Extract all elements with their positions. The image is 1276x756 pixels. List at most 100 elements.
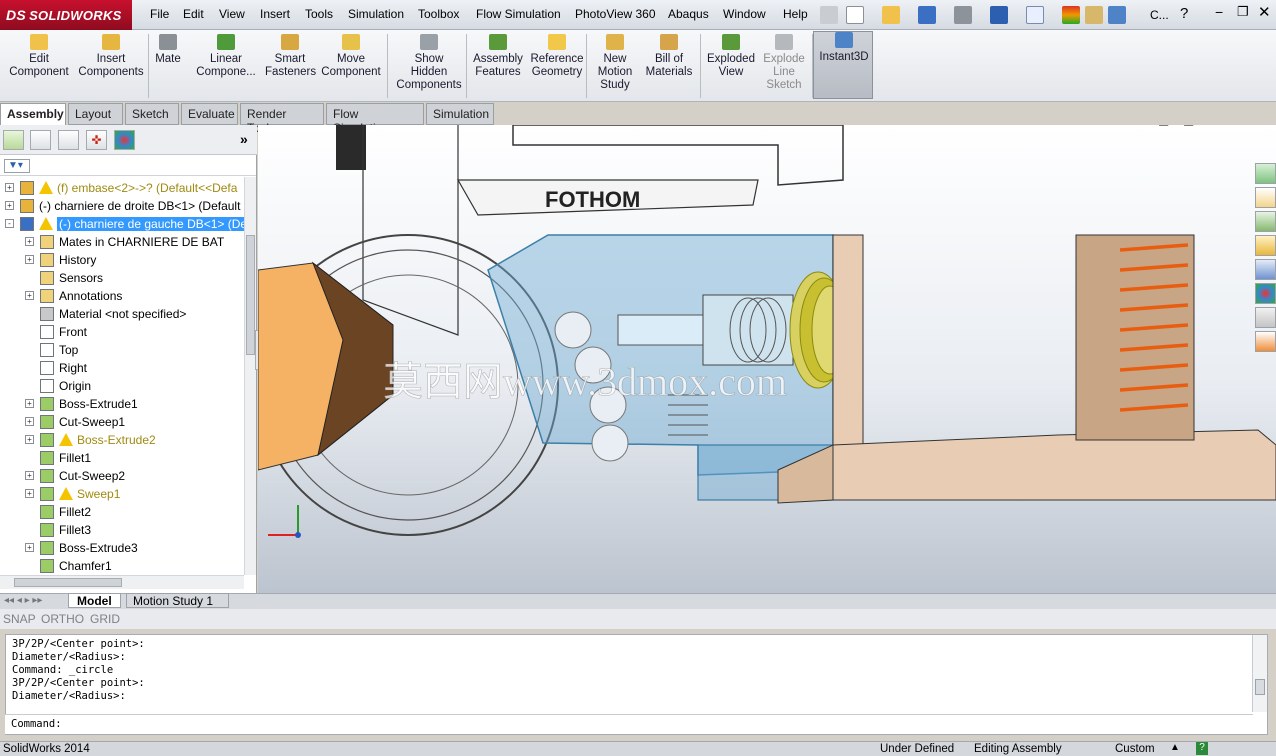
overflow-menu[interactable]: C... [1150, 8, 1169, 22]
cmd-bom-button[interactable]: Bill of Materials [645, 34, 693, 79]
configuration-manager-tab-icon[interactable] [58, 130, 79, 150]
tab-render-tools[interactable]: Render Tools [240, 103, 324, 135]
grid-toggle[interactable]: GRID [90, 612, 120, 626]
viewport-minimize-icon[interactable]: − [1206, 125, 1213, 127]
menu-view[interactable]: View [219, 7, 245, 21]
menu-window[interactable]: Window [723, 7, 766, 21]
custom-properties-icon[interactable] [1255, 307, 1276, 328]
tree-item[interactable]: Right [0, 359, 244, 377]
new-document-icon[interactable] [846, 6, 864, 24]
viewport-tile-icon[interactable]: ◨ [1158, 125, 1169, 127]
help-icon[interactable]: ? [1180, 5, 1188, 22]
expand-icon[interactable]: + [25, 255, 34, 264]
cmd-show-hidden-button[interactable]: Show Hidden Components [395, 34, 463, 92]
expand-icon[interactable]: + [25, 417, 34, 426]
display-manager-tab-icon[interactable] [114, 130, 135, 150]
tree-item[interactable]: + Cut-Sweep2 [0, 467, 244, 485]
menu-file[interactable]: File [150, 7, 169, 21]
previous-view-icon[interactable]: ↶ [664, 125, 675, 127]
expand-panel-icon[interactable]: » [240, 131, 248, 147]
close-window-icon[interactable]: ✕ [1258, 3, 1271, 21]
cmd-linear-pattern-button[interactable]: Linear Compone... [190, 34, 262, 79]
menu-photoview-360[interactable]: PhotoView 360 [575, 7, 656, 21]
cmd-reference-geometry-button[interactable]: Reference Geometry [530, 34, 584, 79]
console-scroll-thumb[interactable] [1255, 679, 1265, 695]
console-scrollbar[interactable] [1252, 635, 1267, 712]
tab-scroll-arrows[interactable]: ◂◂ ◂ ▸ ▸▸ [4, 595, 42, 606]
viewport-split-icon[interactable]: ◧ [1183, 125, 1194, 127]
minimize-window-icon[interactable]: − [1215, 4, 1223, 20]
tree-item[interactable]: Fillet1 [0, 449, 244, 467]
tab-model[interactable]: Model [68, 593, 121, 608]
tree-horizontal-scrollbar[interactable] [0, 575, 244, 589]
tab-assembly[interactable]: Assembly [0, 103, 66, 125]
cmd-edit-component-button[interactable]: Edit Component [5, 34, 73, 79]
expand-icon[interactable]: + [25, 471, 34, 480]
undo-icon[interactable] [990, 6, 1008, 24]
feature-tree-tab-icon[interactable] [3, 130, 24, 150]
expand-icon[interactable]: + [25, 435, 34, 444]
view-settings-icon[interactable]: ▦ [840, 125, 852, 127]
tree-item[interactable]: Origin [0, 377, 244, 395]
open-folder-icon[interactable] [882, 6, 900, 24]
print-icon[interactable] [954, 6, 972, 24]
tree-item[interactable]: Sensors [0, 269, 244, 287]
tree-item[interactable]: + (f) embase<2>->? (Default<<Defa [0, 179, 244, 197]
expand-icon[interactable]: + [25, 543, 34, 552]
tree-item[interactable]: + Boss-Extrude2 [0, 431, 244, 449]
tree-item[interactable]: Fillet3 [0, 521, 244, 539]
status-units[interactable]: Custom [1115, 743, 1155, 755]
rebuild-icon[interactable] [1062, 6, 1080, 24]
tab-simulation[interactable]: Simulation [426, 103, 494, 125]
tree-item[interactable]: + Boss-Extrude3 [0, 539, 244, 557]
forum-icon[interactable] [1255, 331, 1276, 352]
tree-item[interactable]: Front [0, 323, 244, 341]
collapse-icon[interactable]: - [5, 219, 14, 228]
units-dropdown-icon[interactable]: ▲ [1170, 742, 1180, 753]
filter-icon[interactable]: ▼▾ [4, 159, 30, 173]
viewport-restore-icon[interactable]: ❐ [1228, 125, 1239, 127]
tab-motion-study[interactable]: Motion Study 1 [126, 593, 229, 608]
cmd-mate-button[interactable]: Mate [150, 34, 186, 66]
cmd-instant3d-button[interactable]: Instant3D [816, 32, 872, 64]
tree-item[interactable]: - (-) charniere de gauche DB<1> (De [0, 215, 244, 233]
expand-icon[interactable]: + [25, 237, 34, 246]
zoom-to-fit-icon[interactable]: ⌕ [616, 125, 623, 127]
menu-simulation[interactable]: Simulation [348, 7, 404, 21]
ortho-toggle[interactable]: ORTHO [41, 612, 84, 626]
display-style-icon[interactable]: ∞ [752, 125, 761, 126]
status-help-icon[interactable]: ? [1196, 742, 1208, 755]
file-properties-icon[interactable] [1085, 6, 1103, 24]
home-icon[interactable] [1255, 187, 1276, 208]
restore-window-icon[interactable]: ❐ [1237, 4, 1249, 20]
menu-tools[interactable]: Tools [305, 7, 333, 21]
tab-flow-simulation[interactable]: Flow Simulation [326, 103, 424, 135]
file-explorer-icon[interactable] [1255, 235, 1276, 256]
tree-item[interactable]: + Cut-Sweep1 [0, 413, 244, 431]
menu-abaqus[interactable]: Abaqus [668, 7, 709, 21]
tree-vertical-scrollbar[interactable] [244, 177, 256, 575]
view-palette-icon[interactable] [1255, 259, 1276, 280]
solidworks-logo[interactable]: DS SOLIDWORKS [0, 0, 132, 30]
command-input[interactable]: Command: [5, 714, 1253, 734]
tab-layout[interactable]: Layout [68, 103, 123, 125]
menu-help[interactable]: Help [783, 7, 808, 21]
view-orientation-icon[interactable]: ▣ [720, 125, 732, 127]
menu-insert[interactable]: Insert [260, 7, 290, 21]
save-icon[interactable] [918, 6, 936, 24]
cmd-assembly-features-button[interactable]: Assembly Features [472, 34, 524, 79]
cmd-exploded-view-button[interactable]: Exploded View [704, 34, 758, 79]
menu-flow-simulation[interactable]: Flow Simulation [476, 7, 561, 21]
graphics-area[interactable]: FOTHOM 莫西网www.3dmox.com [258, 125, 1276, 593]
tree-item[interactable]: + Sweep1 [0, 485, 244, 503]
tree-item[interactable]: + Annotations [0, 287, 244, 305]
design-library-icon[interactable] [1255, 211, 1276, 232]
tree-item[interactable]: Top [0, 341, 244, 359]
tree-item[interactable]: + History [0, 251, 244, 269]
options-icon[interactable] [1108, 6, 1126, 24]
select-cursor-icon[interactable] [1026, 6, 1044, 24]
menu-toolbox[interactable]: Toolbox [418, 7, 459, 21]
appearances-icon[interactable] [1255, 283, 1276, 304]
zoom-area-icon[interactable]: ⌕ [640, 125, 647, 127]
cmd-move-component-button[interactable]: Move Component [320, 34, 382, 79]
